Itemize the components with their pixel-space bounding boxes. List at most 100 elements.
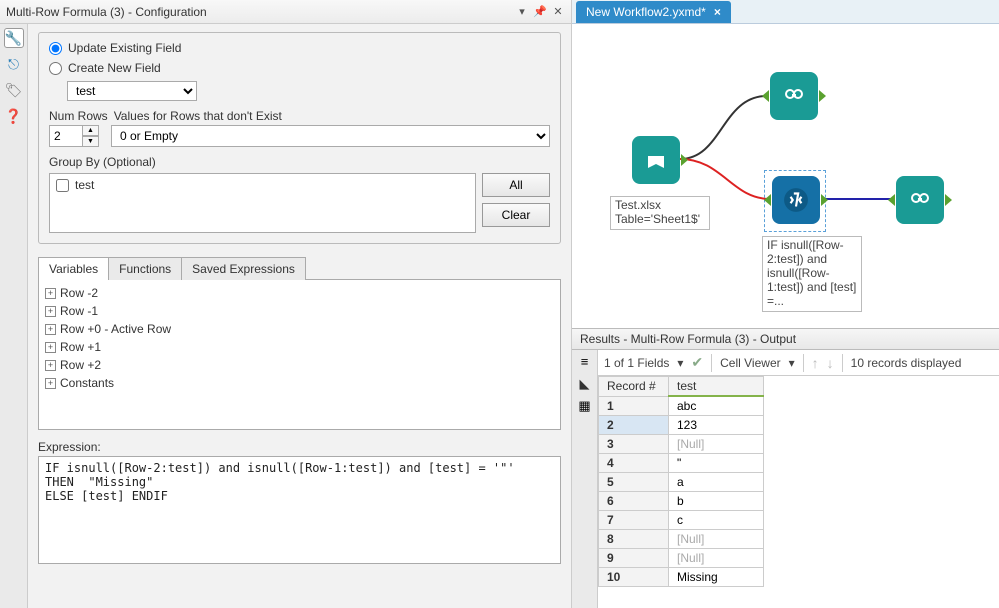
- records-displayed: 10 records displayed: [851, 356, 962, 370]
- row-number[interactable]: 5: [599, 473, 669, 492]
- config-form: Update Existing Field Create New Field t…: [28, 24, 571, 608]
- tab-saved-expressions[interactable]: Saved Expressions: [181, 257, 306, 280]
- tree-item[interactable]: +Row +0 - Active Row: [45, 320, 554, 338]
- table-row[interactable]: 1abc: [599, 396, 764, 416]
- table-row[interactable]: 8[Null]: [599, 530, 764, 549]
- radio-update-input[interactable]: [49, 42, 62, 55]
- tool-multi-row-formula[interactable]: [772, 176, 820, 224]
- results-main: 1 of 1 Fields ▾ ✔ Cell Viewer ▾ ↑ ↓ 10 r…: [598, 350, 999, 608]
- workflow-tab-strip: New Workflow2.yxmd* ×: [572, 0, 999, 24]
- tool-input-data[interactable]: [632, 136, 680, 184]
- tool-browse-top[interactable]: [770, 72, 818, 120]
- cell-test[interactable]: [Null]: [669, 549, 764, 568]
- radio-create-input[interactable]: [49, 62, 62, 75]
- config-side-tabs: 🔧 ⎋ 🏷 ❓: [0, 24, 28, 608]
- field-select[interactable]: test: [67, 81, 197, 101]
- cell-test[interactable]: a: [669, 473, 764, 492]
- expand-icon[interactable]: +: [45, 324, 56, 335]
- row-number[interactable]: 10: [599, 568, 669, 587]
- spin-down-icon[interactable]: ▼: [83, 136, 99, 147]
- cell-test[interactable]: [Null]: [669, 530, 764, 549]
- pin-icon[interactable]: 📌: [533, 5, 547, 19]
- cell-test[interactable]: abc: [669, 396, 764, 416]
- fields-count[interactable]: 1 of 1 Fields: [604, 356, 669, 370]
- tree-item[interactable]: +Row -2: [45, 284, 554, 302]
- group-by-item[interactable]: test: [56, 178, 469, 192]
- tree-item[interactable]: +Row +1: [45, 338, 554, 356]
- table-row[interactable]: 5a: [599, 473, 764, 492]
- config-title: Multi-Row Formula (3) - Configuration: [6, 5, 511, 19]
- chevron-down-icon[interactable]: ▾: [677, 356, 683, 370]
- wrench-icon[interactable]: 🔧: [4, 28, 24, 48]
- chevron-down-icon[interactable]: ▾: [789, 356, 795, 370]
- workflow-canvas[interactable]: Test.xlsx Table='Sheet1$' IF isnull([Row…: [572, 24, 999, 328]
- num-rows-spinner[interactable]: ▲▼: [49, 125, 101, 147]
- row-number[interactable]: 7: [599, 511, 669, 530]
- cell-test[interactable]: c: [669, 511, 764, 530]
- bookmark-icon[interactable]: ◣: [576, 376, 594, 392]
- table-row[interactable]: 4": [599, 454, 764, 473]
- tree-item[interactable]: +Row -1: [45, 302, 554, 320]
- cell-test[interactable]: 123: [669, 416, 764, 435]
- table-row[interactable]: 7c: [599, 511, 764, 530]
- results-toolbar: 1 of 1 Fields ▾ ✔ Cell Viewer ▾ ↑ ↓ 10 r…: [598, 350, 999, 376]
- cell-test[interactable]: b: [669, 492, 764, 511]
- table-row[interactable]: 2123: [599, 416, 764, 435]
- expand-icon[interactable]: +: [45, 360, 56, 371]
- col-record-header[interactable]: Record #: [599, 377, 669, 397]
- num-rows-input[interactable]: [49, 125, 83, 147]
- radio-create-new[interactable]: Create New Field: [49, 61, 550, 75]
- sort-desc-icon[interactable]: ↓: [827, 355, 834, 371]
- expand-icon[interactable]: +: [45, 378, 56, 389]
- workflow-tab-close-icon[interactable]: ×: [714, 5, 721, 19]
- results-title: Results - Multi-Row Formula (3) - Output: [580, 332, 796, 346]
- results-table[interactable]: Record # test 1abc21233[Null]4"5a6b7c8[N…: [598, 376, 764, 587]
- cell-viewer-label[interactable]: Cell Viewer: [720, 356, 780, 370]
- row-number[interactable]: 9: [599, 549, 669, 568]
- table-row[interactable]: 10Missing: [599, 568, 764, 587]
- sort-asc-icon[interactable]: ↑: [812, 355, 819, 371]
- radio-update-existing[interactable]: Update Existing Field: [49, 41, 550, 55]
- group-by-clear-button[interactable]: Clear: [482, 203, 550, 227]
- tree-item[interactable]: +Constants: [45, 374, 554, 392]
- row-number[interactable]: 4: [599, 454, 669, 473]
- row-number[interactable]: 6: [599, 492, 669, 511]
- table-row[interactable]: 9[Null]: [599, 549, 764, 568]
- row-number[interactable]: 2: [599, 416, 669, 435]
- tool-browse-right[interactable]: [896, 176, 944, 224]
- grid-icon[interactable]: ▦: [576, 398, 594, 414]
- help-icon[interactable]: ❓: [4, 106, 24, 126]
- cell-test[interactable]: Missing: [669, 568, 764, 587]
- cell-test[interactable]: [Null]: [669, 435, 764, 454]
- dropdown-icon[interactable]: ▾: [515, 5, 529, 19]
- row-number[interactable]: 1: [599, 396, 669, 416]
- variables-tree[interactable]: +Row -2+Row -1+Row +0 - Active Row+Row +…: [38, 280, 561, 430]
- expand-icon[interactable]: +: [45, 306, 56, 317]
- tab-variables[interactable]: Variables: [38, 257, 109, 280]
- results-side-tabs: ≡ ◣ ▦: [572, 350, 598, 608]
- row-number[interactable]: 8: [599, 530, 669, 549]
- expand-icon[interactable]: +: [45, 288, 56, 299]
- row-number[interactable]: 3: [599, 435, 669, 454]
- expand-icon[interactable]: +: [45, 342, 56, 353]
- table-row[interactable]: 3[Null]: [599, 435, 764, 454]
- tab-functions[interactable]: Functions: [108, 257, 182, 280]
- col-test-header[interactable]: test: [669, 377, 764, 397]
- tree-item[interactable]: +Row +2: [45, 356, 554, 374]
- spin-up-icon[interactable]: ▲: [83, 125, 99, 136]
- messages-icon[interactable]: ≡: [576, 354, 594, 370]
- expression-editor[interactable]: IF isnull([Row-2:test]) and isnull([Row-…: [38, 456, 561, 564]
- close-icon[interactable]: ✕: [551, 5, 565, 19]
- group-by-all-button[interactable]: All: [482, 173, 550, 197]
- values-not-exist-select[interactable]: 0 or Empty: [111, 125, 550, 147]
- config-fieldset: Update Existing Field Create New Field t…: [38, 32, 561, 244]
- tag-icon[interactable]: 🏷: [4, 80, 24, 100]
- num-rows-label: Num Rows: [49, 109, 108, 123]
- group-by-list[interactable]: test: [49, 173, 476, 233]
- workflow-tab[interactable]: New Workflow2.yxmd* ×: [576, 1, 731, 23]
- table-row[interactable]: 6b: [599, 492, 764, 511]
- anchor-icon[interactable]: ⎋: [4, 54, 24, 74]
- check-icon[interactable]: ✔: [691, 354, 703, 371]
- cell-test[interactable]: ": [669, 454, 764, 473]
- group-by-checkbox[interactable]: [56, 179, 69, 192]
